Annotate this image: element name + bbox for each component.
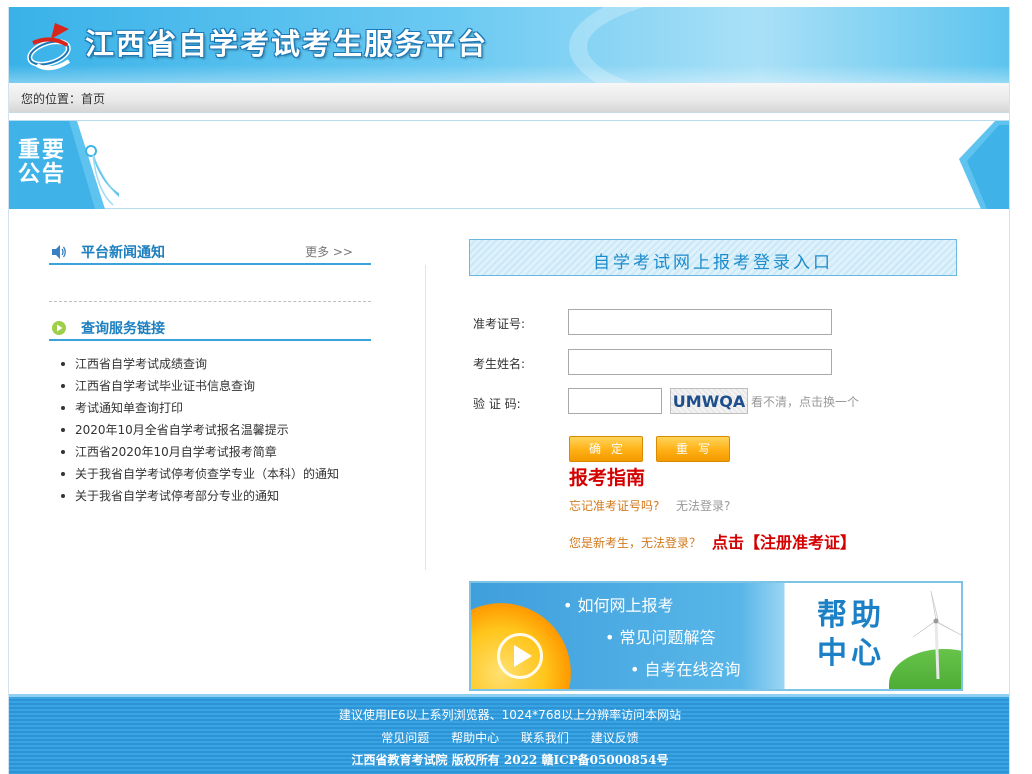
service-link-item[interactable]: 2020年10月全省自学考试报名温馨提示 — [60, 421, 339, 443]
links-section-header: 查询服务链接 — [49, 309, 371, 341]
site-header: 江西省自学考试考生服务平台 — [9, 7, 1009, 83]
play-icon[interactable] — [497, 633, 543, 679]
exam-guide-link[interactable]: 报考指南 — [569, 463, 645, 490]
captcha-refresh-link[interactable]: 看不清，点击换一个 — [751, 393, 859, 410]
register-exam-id-link[interactable]: 点击【注册准考证】 — [712, 529, 856, 553]
help-center-title: 帮助中心 — [817, 598, 885, 671]
footer-feedback-link[interactable]: 建议反馈 — [591, 731, 639, 745]
speaker-icon — [52, 245, 66, 259]
page: 江西省自学考试考生服务平台 您的位置：首页 重要公告 平台新闻通知 更多 >> … — [8, 7, 1010, 774]
service-link-item[interactable]: 江西省自学考试毕业证书信息查询 — [60, 377, 339, 399]
service-link-item[interactable]: 江西省2020年10月自学考试报考简章 — [60, 443, 339, 465]
site-title: 江西省自学考试考生服务平台 — [85, 27, 489, 61]
captcha-input[interactable] — [568, 388, 662, 414]
column-divider — [425, 265, 426, 570]
help-banner: • 如何网上报考 • 常见问题解答 • 自考在线咨询 帮助中心 — [469, 581, 963, 691]
student-name-label: 考生姓名: — [473, 357, 526, 371]
exam-id-label: 准考证号: — [473, 317, 526, 331]
cannot-login-link[interactable]: 无法登录? — [676, 497, 730, 514]
news-section-header: 平台新闻通知 更多 >> — [49, 233, 371, 265]
notice-right-decoration — [959, 121, 1009, 209]
footer-links: 常见问题 帮助中心 联系我们 建议反馈 — [9, 729, 1009, 746]
login-title-bar: 自学考试网上报考登录入口 — [469, 239, 957, 276]
footer-faq-link[interactable]: 常见问题 — [381, 731, 429, 745]
student-name-input[interactable] — [568, 349, 832, 375]
captcha-image[interactable]: UMWQA — [670, 388, 748, 414]
breadcrumb-text: 您的位置：首页 — [21, 90, 105, 107]
breadcrumb: 您的位置：首页 — [9, 83, 1009, 113]
news-section-title: 平台新闻通知 — [81, 245, 165, 261]
header-stripe — [9, 65, 1009, 83]
footer-help-link[interactable]: 帮助中心 — [451, 731, 499, 745]
wind-turbine-icon — [912, 591, 961, 680]
forgot-exam-id-link[interactable]: 忘记准考证号吗? — [569, 497, 659, 514]
logo-icon — [27, 23, 71, 71]
captcha-label: 验 证 码: — [473, 397, 521, 411]
browser-tip: 建议使用IE6以上系列浏览器、1024*768以上分辨率访问本网站 — [338, 708, 682, 722]
notice-banner: 重要公告 — [9, 120, 1009, 209]
breadcrumb-label: 您的位置： — [21, 92, 82, 106]
service-link-item[interactable]: 关于我省自学考试停考部分专业的通知 — [60, 487, 339, 509]
new-student-text: 您是新考生，无法登录？ — [569, 536, 702, 550]
service-link-item[interactable]: 考试通知单查询打印 — [60, 399, 339, 421]
confirm-button[interactable]: 确定 — [569, 436, 643, 462]
news-more-link[interactable]: 更多 >> — [305, 243, 353, 260]
section-divider — [49, 301, 371, 302]
help-faq-link[interactable]: • 常见问题解答 — [605, 624, 716, 648]
exam-id-input[interactable] — [568, 309, 832, 335]
copyright: 江西省教育考试院 版权所有 2022 赣ICP备05000854号 — [351, 753, 669, 767]
site-footer: 建议使用IE6以上系列浏览器、1024*768以上分辨率访问本网站 常见问题 帮… — [9, 694, 1009, 774]
reset-button[interactable]: 重写 — [656, 436, 730, 462]
play-circle-icon — [52, 321, 66, 335]
footer-contact-link[interactable]: 联系我们 — [521, 731, 569, 745]
service-link-item[interactable]: 关于我省自学考试停考侦查学专业（本科）的通知 — [60, 465, 339, 487]
links-section-title: 查询服务链接 — [81, 321, 165, 337]
help-online-consult-link[interactable]: • 自考在线咨询 — [630, 656, 741, 680]
help-how-to-apply-link[interactable]: • 如何网上报考 — [563, 592, 674, 616]
breadcrumb-home-link[interactable]: 首页 — [81, 92, 105, 106]
login-title: 自学考试网上报考登录入口 — [593, 253, 833, 273]
notice-title: 重要公告 — [18, 138, 67, 187]
service-link-item[interactable]: 江西省自学考试成绩查询 — [60, 355, 339, 377]
service-link-list: 江西省自学考试成绩查询 江西省自学考试毕业证书信息查询 考试通知单查询打印 20… — [60, 355, 339, 509]
